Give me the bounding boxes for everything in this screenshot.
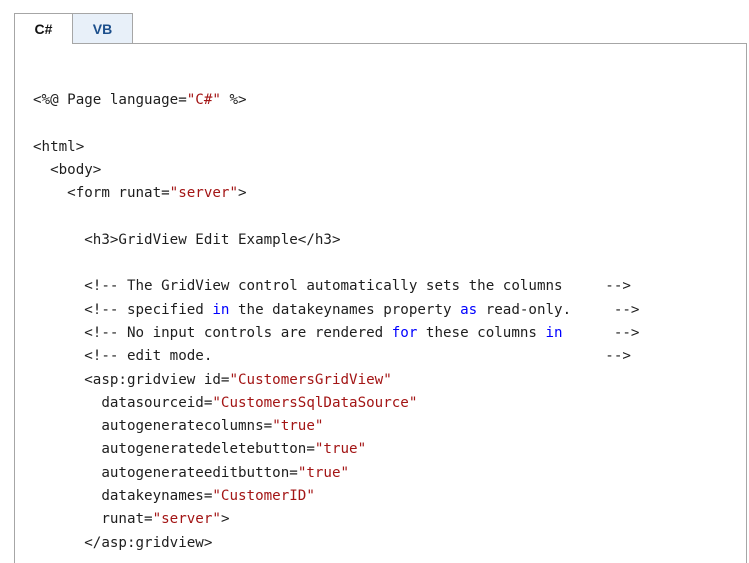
code-block: <%@ Page language="C#" %> <html> <body> <… [33, 89, 639, 555]
code-text: autogeneratedeletebutton= [101, 441, 315, 458]
code-text: %> [220, 92, 247, 108]
code-line: <form runat="server"> [33, 182, 639, 205]
code-text: <body> [50, 161, 102, 178]
code-text: autogeneratecolumns= [101, 418, 273, 435]
code-line: <!-- No input controls are rendered for … [33, 322, 639, 345]
code-line: datasourceid="CustomersSqlDataSource" [33, 392, 639, 415]
code-string: "true" [272, 418, 324, 435]
code-line: </asp:gridview> [33, 532, 639, 555]
code-line: <!-- specified in the datakeynames prope… [33, 299, 639, 322]
code-text: > [238, 185, 247, 202]
code-line: autogeneratecolumns="true" [33, 415, 639, 438]
code-line: autogeneratedeletebutton="true" [33, 438, 639, 461]
code-text: the datakeynames property [229, 301, 461, 318]
code-string: "CustomerID" [212, 488, 315, 505]
code-text: <!-- No input controls are rendered [84, 324, 392, 341]
code-text: runat= [101, 511, 153, 528]
code-string: "server" [152, 511, 221, 528]
code-line: <html> [33, 136, 639, 159]
code-text: <!-- specified [84, 301, 213, 318]
code-text: </asp:gridview> [84, 534, 213, 551]
code-string: "C#" [186, 92, 221, 108]
code-keyword: for [391, 324, 418, 341]
code-text: --> [562, 324, 640, 341]
code-string: "CustomersSqlDataSource" [212, 394, 418, 411]
code-line: <asp:gridview id="CustomersGridView" [33, 369, 639, 392]
code-text: datakeynames= [101, 488, 213, 505]
code-text: <h3>GridView Edit Example</h3> [84, 231, 341, 248]
code-line: <!-- edit mode. --> [33, 345, 639, 368]
tab-vb[interactable]: VB [73, 13, 133, 43]
code-keyword: in [212, 301, 230, 318]
code-string: "CustomersGridView" [229, 371, 392, 388]
code-text: <!-- edit mode. --> [84, 348, 631, 365]
code-text: autogenerateeditbutton= [101, 464, 298, 481]
code-line: datakeynames="CustomerID" [33, 485, 639, 508]
code-keyword: as [460, 301, 478, 318]
code-line: runat="server"> [33, 508, 639, 531]
code-text: datasourceid= [101, 394, 213, 411]
code-text: read-only. --> [477, 301, 640, 318]
code-text: these columns [417, 324, 546, 341]
code-text: > [220, 511, 230, 528]
code-text: <!-- The GridView control automatically … [84, 278, 631, 295]
code-line: <h3>GridView Edit Example</h3> [33, 229, 639, 252]
code-string: "true" [297, 464, 350, 481]
code-text: <asp:gridview id= [84, 371, 230, 388]
code-line: <body> [33, 159, 639, 182]
tab-csharp[interactable]: C# [14, 13, 73, 44]
code-text: <html> [33, 138, 85, 155]
code-text: <form runat= [67, 185, 170, 202]
code-string: "server" [169, 185, 239, 202]
code-line: autogenerateeditbutton="true" [33, 462, 639, 485]
code-keyword: in [545, 324, 563, 341]
code-line: <%@ Page language="C#" %> [33, 89, 639, 112]
code-sample-window: C# VB <%@ Page language="C#" %> <html> <b… [0, 0, 749, 563]
language-tabs: C# VB [14, 13, 133, 44]
code-string: "true" [314, 441, 367, 458]
code-line: <!-- The GridView control automatically … [33, 275, 639, 298]
code-text: <%@ Page language= [33, 92, 187, 108]
